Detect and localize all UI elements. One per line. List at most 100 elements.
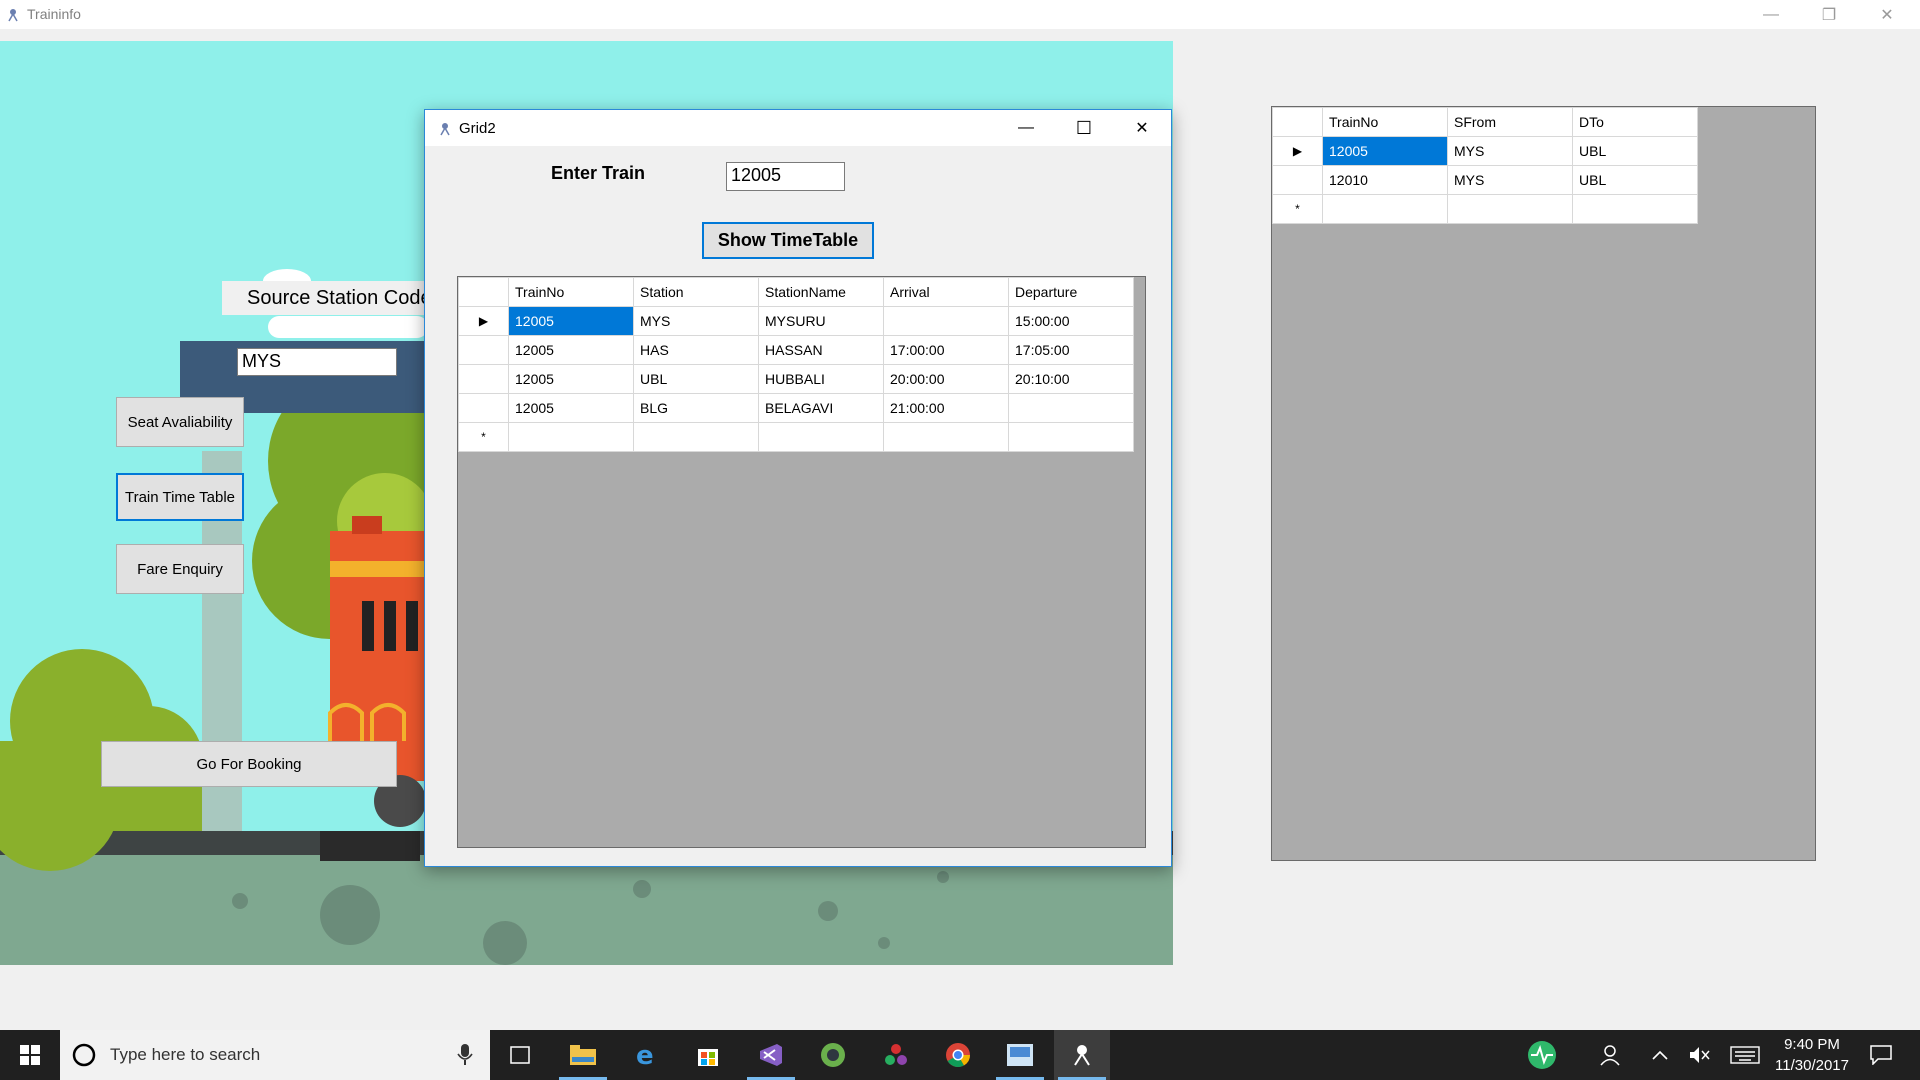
- new-row[interactable]: *: [458, 422, 1134, 452]
- table-cell[interactable]: [883, 306, 1009, 336]
- davinci-resolve-icon[interactable]: [868, 1030, 924, 1080]
- table-cell[interactable]: 12005: [508, 364, 634, 394]
- table-cell[interactable]: UBL: [1572, 165, 1698, 195]
- taskbar-search-box[interactable]: Type here to search: [60, 1030, 490, 1080]
- row-header[interactable]: [458, 364, 509, 394]
- table-cell[interactable]: 12010: [1322, 165, 1448, 195]
- table-cell[interactable]: 15:00:00: [1008, 306, 1134, 336]
- new-row[interactable]: *: [1272, 194, 1698, 224]
- clock[interactable]: 9:40 PM 11/30/2017: [1770, 1034, 1854, 1076]
- table-cell[interactable]: [1322, 194, 1448, 224]
- timetable-grid[interactable]: TrainNo Station StationName Arrival Depa…: [457, 276, 1146, 848]
- train-time-table-button[interactable]: Train Time Table: [116, 473, 244, 521]
- edge-browser-icon[interactable]: e: [618, 1030, 674, 1080]
- dialog-minimize-button[interactable]: —: [997, 110, 1055, 146]
- column-header-trainno[interactable]: TrainNo: [1322, 107, 1448, 137]
- task-view-icon[interactable]: [492, 1030, 548, 1080]
- table-cell[interactable]: BELAGAVI: [758, 393, 884, 423]
- new-row-indicator[interactable]: *: [458, 422, 509, 452]
- table-cell[interactable]: 20:10:00: [1008, 364, 1134, 394]
- restore-button[interactable]: ❐: [1800, 0, 1858, 29]
- table-cell[interactable]: 21:00:00: [883, 393, 1009, 423]
- start-button[interactable]: [2, 1030, 58, 1080]
- cortana-icon: [72, 1043, 96, 1067]
- source-station-input[interactable]: MYS: [237, 348, 397, 376]
- visual-studio-icon[interactable]: [743, 1030, 799, 1080]
- column-header-trainno[interactable]: TrainNo: [508, 277, 634, 307]
- timetable-table: TrainNo Station StationName Arrival Depa…: [458, 277, 1134, 452]
- table-cell[interactable]: [1008, 422, 1134, 452]
- source-station-label: Source Station Code: [222, 281, 432, 315]
- image-viewer-icon[interactable]: [992, 1030, 1048, 1080]
- trains-grid[interactable]: TrainNo SFrom DTo ▶ 12005 MYS UBL 12010 …: [1271, 106, 1816, 861]
- table-cell[interactable]: [508, 422, 634, 452]
- seat-availability-button[interactable]: Seat Avaliability: [116, 397, 244, 447]
- row-header[interactable]: [1272, 165, 1323, 195]
- activity-monitor-icon[interactable]: [1514, 1030, 1570, 1080]
- microphone-icon[interactable]: [457, 1044, 473, 1066]
- traininfo-app-icon[interactable]: [1054, 1030, 1110, 1080]
- table-row[interactable]: ▶ 12005 MYS MYSURU 15:00:00: [458, 306, 1134, 336]
- table-row[interactable]: 12010 MYS UBL: [1272, 165, 1698, 195]
- table-cell[interactable]: [1572, 194, 1698, 224]
- table-cell[interactable]: MYS: [1447, 136, 1573, 166]
- table-row[interactable]: 12005 UBL HUBBALI 20:00:00 20:10:00: [458, 364, 1134, 394]
- table-row[interactable]: 12005 BLG BELAGAVI 21:00:00: [458, 393, 1134, 423]
- dialog-title: Grid2: [459, 120, 496, 137]
- table-cell[interactable]: UBL: [1572, 136, 1698, 166]
- table-cell[interactable]: BLG: [633, 393, 759, 423]
- table-cell[interactable]: 12005: [508, 335, 634, 365]
- keyboard-icon[interactable]: [1718, 1030, 1772, 1080]
- column-header-sfrom[interactable]: SFrom: [1447, 107, 1573, 137]
- file-explorer-icon[interactable]: [555, 1030, 611, 1080]
- app-icon: [440, 123, 450, 136]
- table-cell[interactable]: 20:00:00: [883, 364, 1009, 394]
- table-cell[interactable]: MYS: [633, 306, 759, 336]
- chrome-icon[interactable]: [930, 1030, 986, 1080]
- clock-date: 11/30/2017: [1775, 1057, 1849, 1074]
- table-cell[interactable]: 12005: [508, 393, 634, 423]
- row-header[interactable]: [458, 393, 509, 423]
- table-cell[interactable]: HAS: [633, 335, 759, 365]
- show-timetable-button[interactable]: Show TimeTable: [702, 222, 874, 259]
- column-header-station[interactable]: Station: [633, 277, 759, 307]
- column-header-arrival[interactable]: Arrival: [883, 277, 1009, 307]
- new-row-indicator[interactable]: *: [1272, 194, 1323, 224]
- column-header-dto[interactable]: DTo: [1572, 107, 1698, 137]
- table-cell[interactable]: 12005: [508, 306, 634, 336]
- column-header-stationname[interactable]: StationName: [758, 277, 884, 307]
- table-cell[interactable]: [883, 422, 1009, 452]
- table-cell[interactable]: 17:05:00: [1008, 335, 1134, 365]
- dialog-maximize-button[interactable]: ☐: [1055, 110, 1113, 146]
- table-cell[interactable]: [758, 422, 884, 452]
- go-for-booking-button[interactable]: Go For Booking: [101, 741, 397, 787]
- row-header[interactable]: [458, 335, 509, 365]
- table-cell[interactable]: 12005: [1322, 136, 1448, 166]
- fare-enquiry-button[interactable]: Fare Enquiry: [116, 544, 244, 594]
- clock-time: 9:40 PM: [1784, 1036, 1840, 1053]
- table-cell[interactable]: HASSAN: [758, 335, 884, 365]
- current-row-indicator[interactable]: ▶: [458, 306, 509, 336]
- table-row[interactable]: ▶ 12005 MYS UBL: [1272, 136, 1698, 166]
- minimize-button[interactable]: —: [1742, 0, 1800, 29]
- train-number-input[interactable]: 12005: [726, 162, 845, 191]
- table-cell[interactable]: 17:00:00: [883, 335, 1009, 365]
- current-row-indicator[interactable]: ▶: [1272, 136, 1323, 166]
- table-cell[interactable]: [1008, 393, 1134, 423]
- action-center-icon[interactable]: [1856, 1030, 1906, 1080]
- people-icon[interactable]: [1582, 1030, 1638, 1080]
- column-header-departure[interactable]: Departure: [1008, 277, 1134, 307]
- store-icon[interactable]: [680, 1030, 736, 1080]
- close-button[interactable]: ✕: [1858, 0, 1916, 29]
- table-cell[interactable]: MYSURU: [758, 306, 884, 336]
- table-cell[interactable]: HUBBALI: [758, 364, 884, 394]
- table-cell[interactable]: MYS: [1447, 165, 1573, 195]
- dialog-close-button[interactable]: ✕: [1113, 110, 1171, 146]
- table-cell[interactable]: UBL: [633, 364, 759, 394]
- taskbar: Type here to search e 9:40 PM 11/30/2017: [0, 1030, 1920, 1080]
- table-cell[interactable]: [633, 422, 759, 452]
- main-window-titlebar: Traininfo — ❐ ✕: [0, 0, 1920, 29]
- table-cell[interactable]: [1447, 194, 1573, 224]
- table-row[interactable]: 12005 HAS HASSAN 17:00:00 17:05:00: [458, 335, 1134, 365]
- android-studio-icon[interactable]: [805, 1030, 861, 1080]
